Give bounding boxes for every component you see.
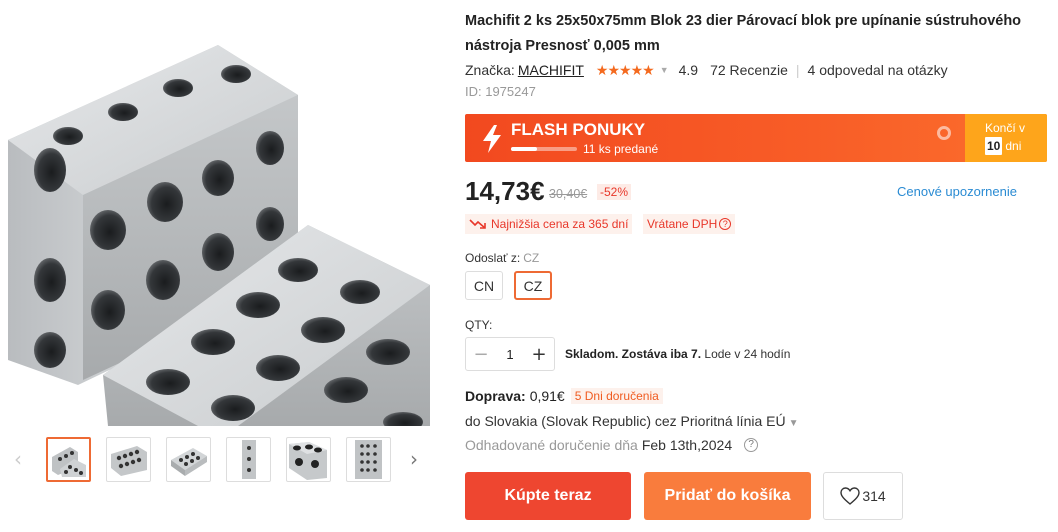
estimated-delivery-row: Odhadované doručenie dňa Feb 13th,2024 ? [465, 437, 759, 453]
thumbnail-image [171, 448, 207, 476]
flash-days-unit: dni [1005, 139, 1022, 153]
original-price: 30,40€ [549, 187, 588, 201]
buy-now-button[interactable]: Kúpte teraz [465, 472, 631, 520]
wishlist-button[interactable]: 314 [823, 472, 903, 520]
product-gallery: ‹ › [0, 0, 440, 532]
flash-sold-count: 11 ks predané [583, 142, 659, 156]
thumbnail-next-arrow-icon[interactable]: › [410, 449, 418, 469]
ship-from-option-cn[interactable]: CN [465, 271, 503, 300]
flash-sold-progress-fill [511, 147, 538, 151]
ship-time-text: Lode v 24 hodín [704, 347, 791, 361]
meta-divider: | [795, 62, 800, 78]
flash-deals-banner: FLASH PONUKY 11 ks predané Končí v 10 dni [465, 114, 1047, 162]
stock-status: Skladom. Zostáva iba 7. Lode v 24 hodín [565, 347, 790, 361]
thumbnail-2[interactable] [106, 437, 151, 482]
questions-link[interactable]: 4 odpovedal na otázky [808, 62, 948, 78]
lowest-price-badge: Najnižšia cena za 365 dní [465, 214, 633, 234]
reviews-link[interactable]: 72 Recenzie [710, 62, 788, 78]
question-circle-icon[interactable]: ? [719, 218, 732, 230]
product-info-panel: Machifit 2 ks 25x50x75mm Blok 23 dier Pá… [465, 0, 1050, 532]
main-product-image[interactable] [8, 30, 430, 426]
vat-badge[interactable]: Vrátane DPH ? [643, 214, 736, 234]
heart-icon [840, 487, 861, 505]
current-price: 14,73€ [465, 176, 545, 206]
ship-from-label: Odoslať z: [465, 251, 521, 265]
chevron-down-icon: ▼ [788, 418, 799, 429]
discount-badge: -52% [597, 184, 632, 200]
shipping-cost: 0,91€ [529, 388, 565, 404]
delivery-days-badge: 5 Dni doručenia [570, 388, 663, 404]
shipping-cost-row: Doprava: 0,91€ 5 Dni doručenia [465, 388, 663, 404]
decorative-ring-icon [937, 126, 951, 140]
thumbnail-6[interactable] [346, 437, 391, 482]
flash-deals-title: FLASH PONUKY [511, 120, 646, 139]
brand-link[interactable]: MACHIFIT [518, 62, 584, 78]
ship-from-value: CZ [523, 251, 540, 265]
quantity-decrease-button[interactable]: − [466, 338, 496, 370]
quantity-label: QTY: [465, 318, 493, 332]
eta-date: Feb 13th,2024 [641, 437, 733, 453]
wishlist-count: 314 [862, 488, 886, 504]
ship-from-option-cz[interactable]: CZ [514, 271, 552, 300]
thumbnail-image [242, 440, 256, 479]
shipping-route-text: do Slovakia (Slovak Republic) cez Priori… [465, 413, 786, 429]
trend-down-arrow-icon [469, 219, 486, 229]
thumbnail-3[interactable] [166, 437, 211, 482]
help-circle-icon[interactable]: ? [744, 438, 759, 452]
thumbnail-image [111, 446, 147, 476]
thumbnail-prev-arrow-icon[interactable]: ‹ [14, 449, 22, 469]
add-to-cart-button[interactable]: Pridať do košíka [644, 472, 811, 520]
thumbnail-4[interactable] [226, 437, 271, 482]
product-photo [8, 45, 430, 426]
vat-text: Vrátane DPH [647, 217, 718, 231]
flash-ends-countdown: Končí v 10 dni [965, 114, 1047, 162]
flash-days-value: 10 [985, 137, 1003, 155]
lightning-bolt-icon [483, 125, 501, 153]
product-meta-row: Značka: MACHIFIT ★★★★★ ▼ 4.9 72 Recenzie… [465, 60, 948, 80]
quantity-increase-button[interactable]: + [524, 338, 554, 370]
thumbnail-image [289, 442, 327, 480]
lowest-price-text: Najnižšia cena za 365 dní [491, 217, 629, 231]
quantity-input[interactable]: 1 [496, 347, 524, 362]
rating-value: 4.9 [678, 62, 699, 78]
thumbnail-image [355, 440, 382, 479]
price-alert-link[interactable]: Cenové upozornenie [897, 184, 1017, 199]
shipping-route-selector[interactable]: do Slovakia (Slovak Republic) cez Priori… [465, 413, 799, 429]
eta-label: Odhadované doručenie dňa [465, 437, 638, 453]
thumbnail-strip: ‹ › [10, 437, 430, 485]
flash-sold-progress [511, 147, 577, 151]
thumbnail-5[interactable] [286, 437, 331, 482]
product-id: ID: 1975247 [465, 84, 536, 99]
shipping-label: Doprava: [465, 388, 526, 404]
quantity-stepper: − 1 + [465, 337, 555, 371]
thumbnail-image [52, 447, 86, 477]
flash-ends-label: Končí v [985, 121, 1026, 135]
rating-dropdown-caret-icon[interactable]: ▼ [660, 65, 669, 75]
stock-text: Skladom. Zostáva iba 7. [565, 347, 702, 361]
product-title: Machifit 2 ks 25x50x75mm Blok 23 dier Pá… [465, 13, 1022, 54]
ship-from-row: Odoslať z: CZ [465, 251, 539, 265]
brand-label: Značka: [465, 62, 515, 78]
rating-stars-icon[interactable]: ★★★★★ [596, 62, 655, 79]
thumbnail-1[interactable] [46, 437, 91, 482]
